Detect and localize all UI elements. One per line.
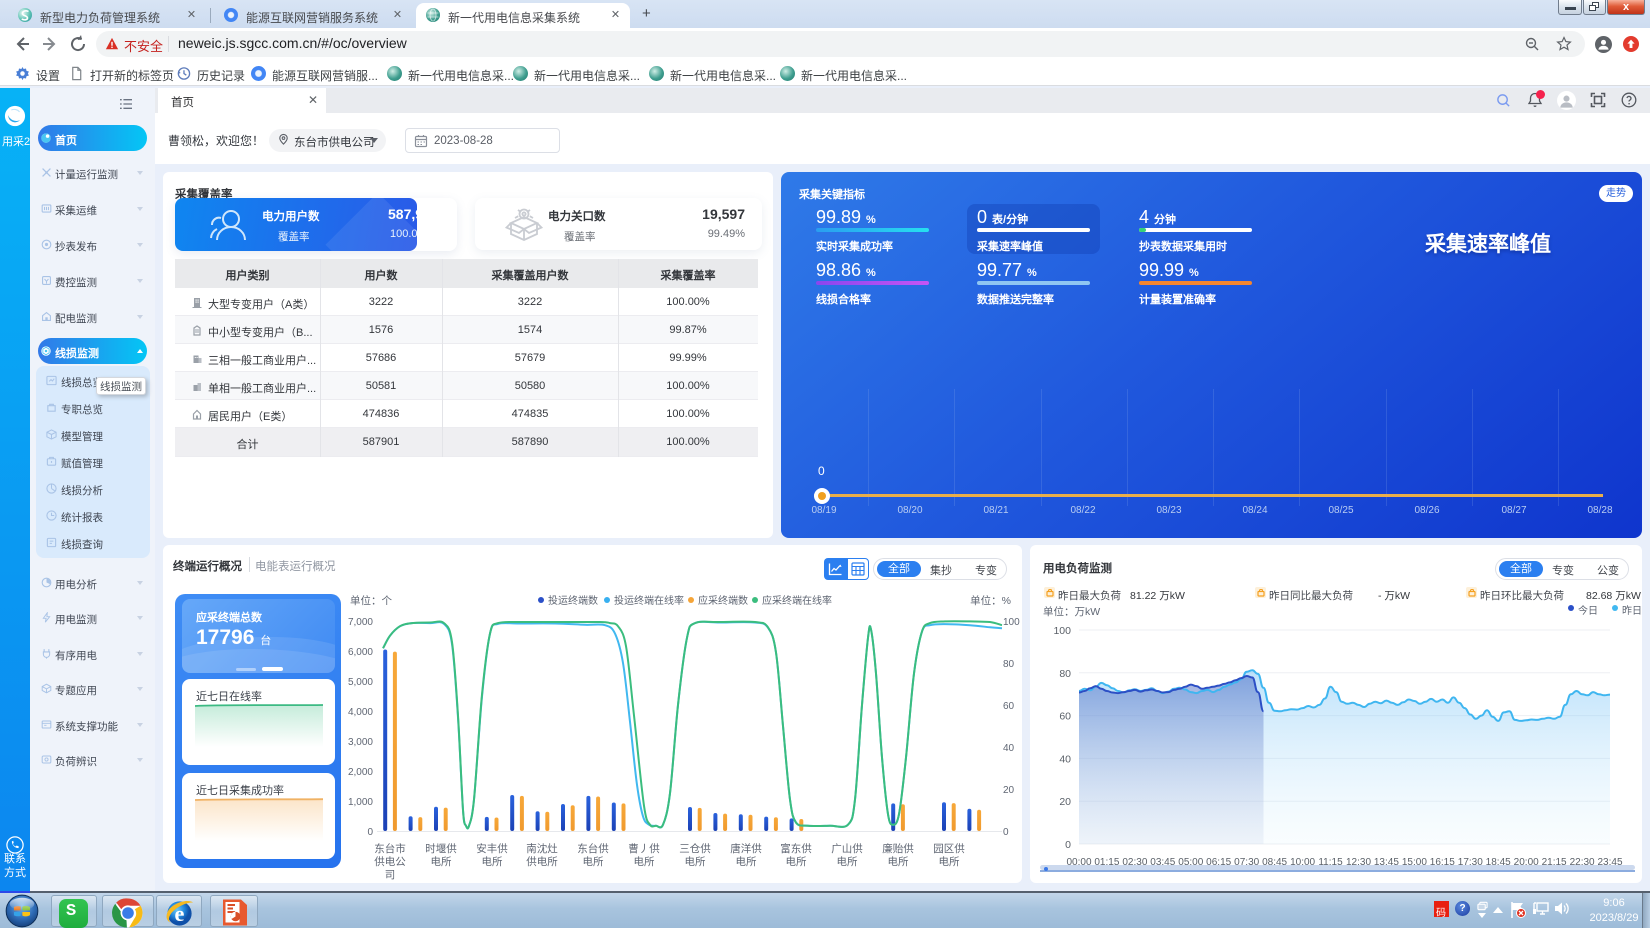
svg-text:1,000: 1,000 xyxy=(348,797,373,808)
svg-text:7,000: 7,000 xyxy=(348,617,373,628)
svg-text:4,000: 4,000 xyxy=(348,707,373,718)
svg-text:唐洋供: 唐洋供 xyxy=(730,842,762,855)
svg-text:投运终端数: 投运终端数 xyxy=(548,594,598,607)
svg-text:供电公: 供电公 xyxy=(374,855,406,868)
svg-text:单位：%: 单位：% xyxy=(970,594,1011,607)
svg-text:应采终端在线率: 应采终端在线率 xyxy=(762,594,832,607)
svg-text:80: 80 xyxy=(1059,668,1071,680)
svg-text:电所: 电所 xyxy=(431,855,452,868)
svg-text:曹丿供: 曹丿供 xyxy=(628,842,660,855)
svg-text:安丰供: 安丰供 xyxy=(476,842,508,855)
svg-text:5,000: 5,000 xyxy=(348,677,373,688)
svg-text:应采终端数: 应采终端数 xyxy=(698,594,748,607)
svg-text:20: 20 xyxy=(1059,796,1071,808)
svg-text:3,000: 3,000 xyxy=(348,737,373,748)
svg-text:司: 司 xyxy=(385,869,396,880)
svg-text:0: 0 xyxy=(367,827,373,838)
svg-text:电所: 电所 xyxy=(634,855,655,868)
svg-text:单位：个: 单位：个 xyxy=(350,594,392,607)
svg-text:40: 40 xyxy=(1003,743,1015,754)
svg-text:0: 0 xyxy=(1065,839,1071,851)
svg-text:电所: 电所 xyxy=(736,855,757,868)
svg-text:三仓供: 三仓供 xyxy=(679,842,711,855)
svg-text:100: 100 xyxy=(1003,617,1020,628)
svg-text:电所: 电所 xyxy=(939,855,960,868)
svg-text:80: 80 xyxy=(1003,659,1015,670)
svg-text:电所: 电所 xyxy=(837,855,858,868)
svg-text:0: 0 xyxy=(1003,827,1009,838)
svg-text:60: 60 xyxy=(1059,711,1071,723)
svg-text:东台市: 东台市 xyxy=(374,842,406,855)
svg-text:60: 60 xyxy=(1003,701,1015,712)
svg-text:电所: 电所 xyxy=(482,855,503,868)
svg-text:廉贻供: 廉贻供 xyxy=(882,842,914,855)
svg-text:电所: 电所 xyxy=(888,855,909,868)
svg-text:投运终端在线率: 投运终端在线率 xyxy=(614,594,684,607)
svg-text:广山供: 广山供 xyxy=(831,842,863,855)
svg-text:时堰供: 时堰供 xyxy=(425,842,457,855)
svg-text:40: 40 xyxy=(1059,753,1071,765)
svg-text:100: 100 xyxy=(1053,625,1071,637)
svg-text:20: 20 xyxy=(1003,785,1015,796)
svg-text:东台供: 东台供 xyxy=(577,842,609,855)
svg-text:电所: 电所 xyxy=(685,855,706,868)
svg-text:6,000: 6,000 xyxy=(348,647,373,658)
svg-text:2,000: 2,000 xyxy=(348,767,373,778)
svg-text:南沈灶: 南沈灶 xyxy=(526,842,558,855)
svg-text:园区供: 园区供 xyxy=(933,842,965,855)
svg-text:电所: 电所 xyxy=(786,855,807,868)
svg-text:电所: 电所 xyxy=(583,855,604,868)
svg-text:供电所: 供电所 xyxy=(526,855,558,868)
svg-text:富东供: 富东供 xyxy=(780,842,812,855)
